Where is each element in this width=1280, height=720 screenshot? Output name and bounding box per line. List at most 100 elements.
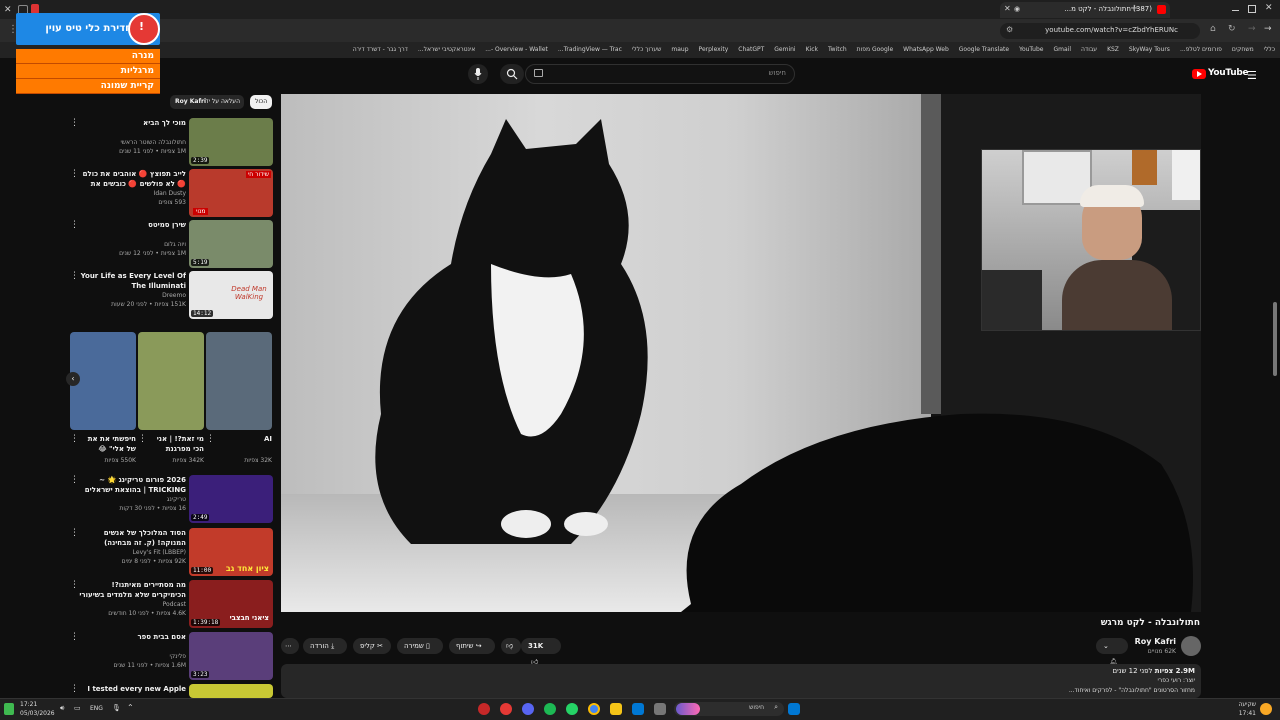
mic-tray-icon[interactable]: 🎙︎ <box>112 704 121 712</box>
maximize-icon[interactable] <box>1248 5 1256 13</box>
chip-all[interactable]: הכול <box>250 95 273 109</box>
language-indicator[interactable]: ENG <box>90 705 103 712</box>
recommended-video-title[interactable]: שירן סמיטס <box>78 220 186 230</box>
recommended-video-title[interactable]: לייב תפוצץ 🔴 אוהבים את כולם 🔴 לא פולשים … <box>78 169 186 189</box>
share-button[interactable]: שיתוף ↪ <box>449 638 495 654</box>
recommended-video-title[interactable]: מה מסתיירים מאיתנו?! הכימיקרים שלא מלמדי… <box>78 580 186 600</box>
forward-icon[interactable]: → <box>1248 24 1256 34</box>
more-options-icon[interactable]: ⋮ <box>70 169 79 179</box>
taskbar-app-red-icon[interactable] <box>478 703 490 715</box>
video-thumbnail[interactable]: 3:23 <box>189 632 273 680</box>
bookmark-item[interactable]: Google מפות <box>857 42 893 58</box>
whatsapp-icon[interactable] <box>566 703 578 715</box>
bookmark-item[interactable]: Overview - Wallet -... <box>485 42 548 58</box>
recommended-video-title[interactable]: אסם בבית ספר <box>78 632 186 642</box>
short-thumbnail[interactable] <box>70 332 136 430</box>
recommended-video[interactable]: 5:19 שירן סמיטס ויוה גלום 1M צפיות • לפני 1… <box>66 220 276 268</box>
more-options-icon[interactable]: ⋮ <box>70 580 79 590</box>
short-card[interactable]: חיפשתי את את של אלי" 😂 550K צפיות ⋮ <box>70 332 136 472</box>
tab-close-icon[interactable]: ✕ <box>1004 4 1011 13</box>
bookmark-item[interactable]: שערוך כללי <box>632 42 662 58</box>
recommended-video-title[interactable]: מוכי לך הביא <box>78 118 186 128</box>
short-title[interactable]: מי זאת?! | אני הכי מפרגנת <box>146 434 204 454</box>
chrome-icon[interactable] <box>588 703 600 715</box>
bookmark-item[interactable]: אינטראקטיבי ישראל... <box>418 42 475 58</box>
video-thumbnail[interactable]: 2:49 <box>189 475 273 523</box>
subscribed-button[interactable]: ⌄ 🔔︎ <box>1096 638 1128 666</box>
short-title[interactable]: חיפשתי את את של אלי" 😂 <box>78 434 136 454</box>
back-icon[interactable]: → <box>1264 24 1272 34</box>
task-view-icon[interactable] <box>654 703 666 715</box>
more-options-icon[interactable]: ⋮ <box>70 528 79 538</box>
windows-start-icon[interactable] <box>788 703 800 715</box>
description-box[interactable]: 2.9M צפיות לפני 12 שנים יוצר: רועי כפרי … <box>281 664 1201 698</box>
weather-widget[interactable]: שקיעה 17:41 <box>1220 700 1256 718</box>
clip-button[interactable]: קליפ ✂ <box>353 638 391 654</box>
more-options-icon[interactable]: ⋮ <box>70 475 79 485</box>
taskbar-search[interactable]: חיפוש ⌕ <box>674 702 784 716</box>
close-window-icon[interactable]: ✕ <box>1265 3 1273 13</box>
youtube-logo-icon[interactable] <box>1192 69 1206 79</box>
recommended-video-title[interactable]: הסוד המלוכלך של אנשים המנוקה! (ק. זה מבח… <box>78 528 186 548</box>
bookmark-item[interactable]: משחקים <box>1232 42 1254 58</box>
tab-active[interactable]: ✕ ◉ (387) חתולונבלה - לקט מ... <box>1000 2 1170 18</box>
bookmark-item[interactable]: WhatsApp Web <box>903 42 949 58</box>
recommended-video[interactable]: 3:23 אסם בבית ספר פלינקי 1.6M צפיות • לפני … <box>66 632 276 680</box>
tray-expand-icon[interactable]: ⌃ <box>127 703 134 712</box>
video-thumbnail[interactable]: 2:39 <box>189 118 273 166</box>
recommended-video-title[interactable]: I tested every new Apple <box>78 684 186 694</box>
new-tab-icon[interactable]: + <box>1130 3 1138 14</box>
bookmark-item[interactable]: דרך גבר - דשרד דירה <box>353 42 408 58</box>
recommended-video[interactable]: 14:12 Dead Man WalKing Your Life as Every … <box>66 271 276 319</box>
channel-avatar[interactable] <box>1181 636 1201 656</box>
recommended-video[interactable]: שידור חי מנוי לייב תפוצץ 🔴 אוהבים את כולם … <box>66 169 276 217</box>
more-options-icon[interactable]: ⋮ <box>70 118 79 128</box>
weather-widget-icon[interactable] <box>4 703 14 715</box>
spotify-icon[interactable] <box>544 703 556 715</box>
taskbar-app-record-icon[interactable] <box>500 703 512 715</box>
page-scrollbar[interactable] <box>1273 302 1277 376</box>
search-button[interactable] <box>500 64 524 84</box>
bookmark-item[interactable]: Gemini <box>774 42 795 58</box>
recommended-video-title[interactable]: Your Life as Every Level Of The Illumina… <box>78 271 186 291</box>
bookmark-item[interactable]: עבודה <box>1081 42 1097 58</box>
file-explorer-icon[interactable] <box>610 703 622 715</box>
video-thumbnail[interactable]: 5:19 <box>189 220 273 268</box>
video-thumbnail[interactable]: 1:39:18 ציאני חבצבי <box>189 580 273 628</box>
more-actions-button[interactable]: ⋯ <box>281 638 299 654</box>
bookmark-item[interactable]: TradingView — Trac... <box>558 42 622 58</box>
recommended-video[interactable]: 11:00 ציון אחד גב הסוד המלוכלך של אנשים המ… <box>66 528 276 576</box>
like-button[interactable]: 31K 👍︎ <box>521 638 561 666</box>
bookmark-item[interactable]: פורומים לטלפ... <box>1180 42 1222 58</box>
minimize-icon[interactable] <box>1232 10 1239 11</box>
video-thumbnail[interactable]: 14:12 Dead Man WalKing <box>189 271 273 319</box>
url-field[interactable]: youtube.com/watch?v=cZbdYhERUNc ⚙ <box>1000 23 1200 39</box>
short-title[interactable]: AI <box>214 434 272 444</box>
more-options-icon[interactable]: ⋮ <box>70 632 79 642</box>
save-button[interactable]: שמירה ▯ <box>397 638 443 654</box>
shelf-prev-arrow-icon[interactable]: ‹ <box>66 372 80 386</box>
bookmark-item[interactable]: KSZ <box>1107 42 1119 58</box>
recommended-video-title[interactable]: 2026 פורום טריקינג 🌟 ~ TRICKING | בהוצאת… <box>78 475 186 495</box>
bookmark-item[interactable]: Kick <box>806 42 818 58</box>
chip-from-uploader[interactable]: Roy Kafri העלאה על ידי <box>170 95 244 109</box>
recommended-video[interactable]: I tested every new Apple ⋮ <box>66 684 276 698</box>
video-thumbnail[interactable] <box>189 684 273 698</box>
video-thumbnail[interactable]: שידור חי מנוי <box>189 169 273 217</box>
tune-icon[interactable]: ⚙ <box>1006 25 1013 34</box>
clock[interactable]: 17:21 05/03/2026 <box>20 700 55 718</box>
voice-search-button[interactable] <box>468 64 488 84</box>
more-options-icon[interactable]: ⋮ <box>138 434 147 444</box>
reload-icon[interactable]: ↻ <box>1228 24 1236 34</box>
hamburger-menu-icon[interactable]: ☰ <box>1247 69 1257 82</box>
more-options-icon[interactable]: ⋮ <box>70 271 79 281</box>
keyboard-icon[interactable] <box>534 69 543 77</box>
dislike-button[interactable]: 👎︎ <box>501 638 521 654</box>
bookmark-item[interactable]: ChatGPT <box>738 42 764 58</box>
bookmark-item[interactable]: Twitch <box>828 42 847 58</box>
discord-icon[interactable] <box>522 703 534 715</box>
video-thumbnail[interactable]: 11:00 ציון אחד גב <box>189 528 273 576</box>
window-close-icon[interactable]: ✕ <box>4 5 12 15</box>
recommended-video[interactable]: 2:39 מוכי לך הביא חתולונבלה השוטר הראשי 1M … <box>66 118 276 166</box>
bookmark-item[interactable]: YouTube <box>1019 42 1043 58</box>
